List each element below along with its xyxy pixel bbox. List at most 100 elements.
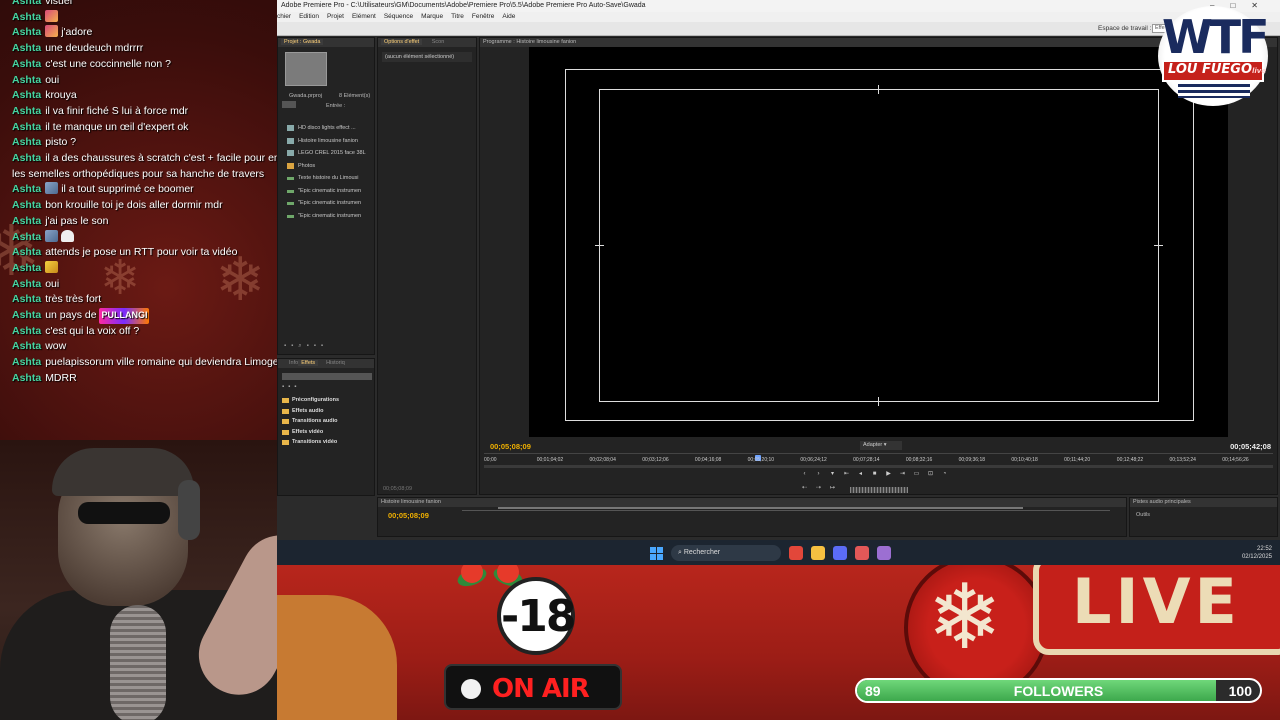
tab-effect-controls[interactable]: Options d'effet xyxy=(381,39,423,45)
tools-label[interactable]: Outils xyxy=(1136,512,1150,518)
menu-item[interactable]: Séquence xyxy=(384,12,413,22)
project-panel-tab[interactable]: Projet : Gwada xyxy=(278,38,374,47)
chat-username[interactable]: Ashta xyxy=(12,152,41,164)
menu-item[interactable]: Edition xyxy=(299,12,319,22)
chat-username[interactable]: Ashta xyxy=(12,26,41,38)
project-item[interactable]: Histoire limousine fanion xyxy=(278,135,376,148)
menu-item[interactable]: Aide xyxy=(502,12,515,22)
chat-username[interactable]: Ashta xyxy=(12,262,41,274)
chat-username[interactable]: Ashta xyxy=(12,372,41,384)
step-back-icon[interactable]: ◂ xyxy=(856,470,865,479)
play-in-out-icon[interactable]: ↦ xyxy=(828,484,837,493)
menu-item[interactable]: chier xyxy=(277,12,291,22)
output-icon[interactable]: ◔ xyxy=(940,470,949,479)
effects-folder[interactable]: Transitions audio xyxy=(278,416,376,427)
chat-username[interactable]: Ashta xyxy=(12,42,41,54)
mark-out-icon[interactable]: › xyxy=(814,470,823,479)
timeline-timecode[interactable]: 00;05;08;09 xyxy=(388,511,429,520)
go-to-out-icon[interactable]: ⇥ xyxy=(898,470,907,479)
chat-message: Ashta attends je pose un RTT pour voir ta… xyxy=(12,245,277,261)
windows-start-icon[interactable] xyxy=(650,546,663,560)
project-item[interactable]: Photos xyxy=(278,160,376,173)
stop-icon[interactable]: ■ xyxy=(870,470,879,479)
effects-search-input[interactable] xyxy=(282,373,372,380)
project-item[interactable]: Texte histoire du Limousi xyxy=(278,172,376,185)
menu-item[interactable]: Marque xyxy=(421,12,443,22)
audio-master-panel: Pistes audio principales Outils xyxy=(1129,497,1278,537)
tab-effects-1[interactable]: Effets xyxy=(298,360,319,366)
marker-icon[interactable]: ▾ xyxy=(828,470,837,479)
project-search-input[interactable] xyxy=(282,101,296,108)
chat-text: il a tout supprimé ce boomer xyxy=(61,183,194,196)
chat-text: un pays de xyxy=(45,309,100,322)
chat-username[interactable]: Ashta xyxy=(12,356,41,368)
chat-username[interactable]: Ashta xyxy=(12,74,41,86)
taskbar-clock[interactable]: 22:52 02/12/2025 xyxy=(1242,545,1272,561)
effects-folder[interactable]: Effets audio xyxy=(278,406,376,417)
project-item[interactable]: HD disco lights effect ... xyxy=(278,122,376,135)
effects-folder[interactable]: Effets vidéo xyxy=(278,427,376,438)
project-item[interactable]: LEGO CREL 2015 face 38L xyxy=(278,147,376,160)
mark-in-icon[interactable]: ‹ xyxy=(800,470,809,479)
chat-username[interactable]: Ashta xyxy=(12,136,41,148)
effects-folder[interactable]: Préconfigurations xyxy=(278,395,376,406)
safe-margins-icon[interactable]: ⊡ xyxy=(926,470,935,479)
chat-username[interactable]: Ashta xyxy=(12,278,41,290)
fit-select[interactable]: Adapter ▾ xyxy=(860,441,902,450)
chat-username[interactable]: Ashta xyxy=(12,11,41,23)
tab-project[interactable]: Projet : Gwada xyxy=(281,39,324,45)
ruler-tick-label: 00;10;40;18 xyxy=(1011,457,1038,463)
chat-username[interactable]: Ashta xyxy=(12,215,41,227)
chat-username[interactable]: Ashta xyxy=(12,121,41,133)
tab-sequence[interactable]: Histoire limousine fanion xyxy=(381,499,441,505)
tab-audio-master[interactable]: Pistes audio principales xyxy=(1133,499,1191,505)
chat-username[interactable]: Ashta xyxy=(12,231,41,243)
chat-emote-icon xyxy=(45,260,59,273)
taskbar-app-icon[interactable] xyxy=(811,546,825,560)
effects-folder[interactable]: Transitions vidéo xyxy=(278,437,376,448)
program-video-frame[interactable] xyxy=(529,47,1228,437)
chat-username[interactable]: Ashta xyxy=(12,293,41,305)
tab-effects-2[interactable]: Historiq xyxy=(326,360,345,366)
chat-username[interactable]: Ashta xyxy=(12,105,41,117)
chat-username[interactable]: Ashta xyxy=(12,340,41,352)
chat-text: pisto ? xyxy=(45,136,77,149)
taskbar-app-icon[interactable] xyxy=(833,546,847,560)
play-icon[interactable]: ▶ xyxy=(884,470,893,479)
shuttle-right-icon[interactable]: ⇢ xyxy=(814,484,823,493)
chat-username[interactable]: Ashta xyxy=(12,89,41,101)
program-time-ruler[interactable]: 00;00 00;01;04;02 00;02;08;04 00;03;12;06 00… xyxy=(484,453,1273,469)
menu-item[interactable]: Projet xyxy=(327,12,344,22)
project-panel-actions[interactable]: ▪▪⌕▪▪▪ xyxy=(284,343,328,350)
chat-username[interactable]: Ashta xyxy=(12,199,41,211)
effects-toolbar[interactable]: ▪▪▪ xyxy=(282,384,300,390)
menu-item[interactable]: Fenêtre xyxy=(472,12,494,22)
timeline-ruler[interactable] xyxy=(462,510,1110,524)
tab-program[interactable]: Programme : Histoire limousine fanion xyxy=(483,39,576,45)
chat-username[interactable]: Ashta xyxy=(12,246,41,258)
program-current-timecode[interactable]: 00;05;08;09 xyxy=(490,442,531,451)
project-item[interactable]: "Epic cinematic instrumen xyxy=(278,185,376,198)
taskbar-app-icon[interactable] xyxy=(789,546,803,560)
jog-dial[interactable] xyxy=(850,487,908,493)
taskbar-search-box[interactable]: ⌕ Rechercher xyxy=(671,545,781,561)
ruler-tick-label: 00;12;48;22 xyxy=(1116,457,1144,463)
work-area-bar[interactable] xyxy=(498,507,1023,509)
chat-username[interactable]: Ashta xyxy=(12,309,41,321)
tab-effects-0[interactable]: Info xyxy=(289,360,298,366)
taskbar-app-icon[interactable] xyxy=(877,546,891,560)
loop-icon[interactable]: ▭ xyxy=(912,470,921,479)
go-to-in-icon[interactable]: ⇤ xyxy=(842,470,851,479)
project-item[interactable]: "Epic cinematic instrumen xyxy=(278,210,376,223)
chat-username[interactable]: Ashta xyxy=(12,183,41,195)
shuttle-left-icon[interactable]: ⇠ xyxy=(800,484,809,493)
menu-item[interactable]: Elément xyxy=(352,12,376,22)
menu-item[interactable]: Titre xyxy=(451,12,464,22)
taskbar-app-icon[interactable] xyxy=(855,546,869,560)
project-item[interactable]: "Epic cinematic instrumen xyxy=(278,197,376,210)
tab-source[interactable]: Scon xyxy=(432,39,445,45)
chat-username[interactable]: Ashta xyxy=(12,325,41,337)
chat-text: il te manque un œil d'expert ok xyxy=(45,120,189,133)
chat-username[interactable]: Ashta xyxy=(12,58,41,70)
chat-username[interactable]: Ashta xyxy=(12,0,41,7)
